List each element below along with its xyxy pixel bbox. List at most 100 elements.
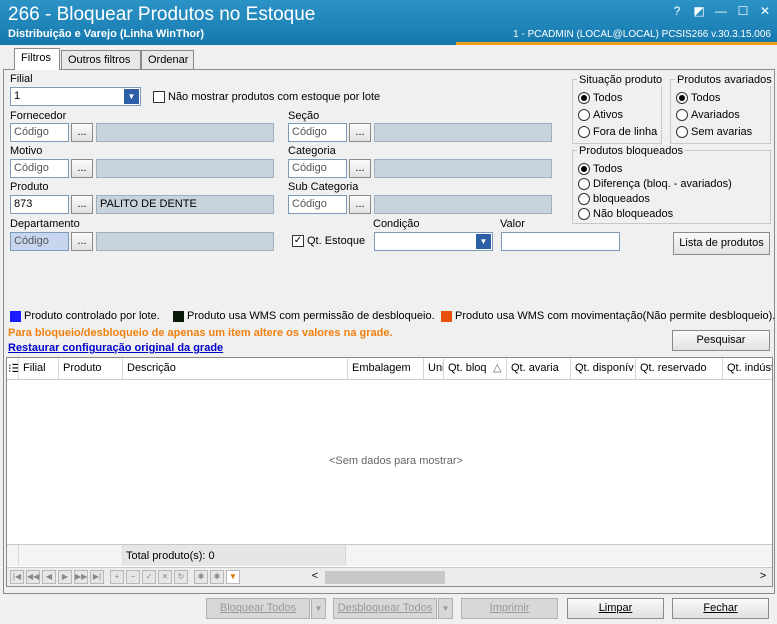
row-indicator-icon[interactable]: ⁝☰	[7, 358, 19, 380]
motivo-code-input[interactable]: Código	[10, 159, 69, 178]
avariados-avariados-radio[interactable]	[676, 109, 688, 121]
situacao-fora-radio[interactable]	[578, 126, 590, 138]
col-qt-reservado[interactable]: Qt. reservado	[636, 358, 723, 380]
bloquear-todos-label: Bloquear Todos	[219, 602, 297, 614]
fornecedor-search-button[interactable]: ...	[71, 123, 93, 142]
bloqueados-nao-radio[interactable]	[578, 208, 590, 220]
col-filial[interactable]: Filial	[19, 358, 59, 380]
imprimir-button[interactable]: Imprimir	[461, 598, 558, 619]
scroll-left-icon[interactable]: <	[309, 570, 321, 584]
bloqueados-todos-radio[interactable]	[578, 163, 590, 175]
horizontal-scroll-thumb[interactable]	[325, 571, 445, 584]
desbloquear-todos-button[interactable]: Desbloquear Todos	[333, 598, 437, 619]
subcategoria-search-button[interactable]: ...	[349, 195, 371, 214]
condicao-select[interactable]: ▼	[374, 232, 493, 251]
nav-last-icon[interactable]: ▶|	[90, 570, 104, 584]
col-produto[interactable]: Produto	[59, 358, 123, 380]
subcategoria-code-input[interactable]: Código	[288, 195, 347, 214]
col-qt-bloq[interactable]: Qt. bloq △	[444, 358, 507, 380]
fornecedor-code-input[interactable]: Código	[10, 123, 69, 142]
motivo-search-button[interactable]: ...	[71, 159, 93, 178]
restore-icon[interactable]: ◩	[690, 3, 708, 19]
imprimir-label: Imprimir	[489, 602, 530, 614]
produto-code-input[interactable]: 873	[10, 195, 69, 214]
bloquear-dropdown-icon[interactable]: ▼	[311, 598, 326, 619]
produto-label: Produto	[10, 181, 49, 193]
legend-wms-unlock-label: Produto usa WMS com permissão de desbloq…	[187, 310, 435, 322]
qt-estoque-checkbox[interactable]: ✓	[292, 235, 304, 247]
results-grid[interactable]: ⁝☰ Filial Produto Descrição Embalagem Un…	[6, 357, 773, 587]
chevron-down-icon[interactable]: ▼	[476, 234, 491, 249]
departamento-search-button[interactable]: ...	[71, 232, 93, 251]
user-info: 1 - PCADMIN (LOCAL@LOCAL) PCSIS266 v.30.…	[513, 29, 771, 40]
produto-search-button[interactable]: ...	[71, 195, 93, 214]
close-icon[interactable]: ✕	[756, 3, 774, 19]
scroll-right-icon[interactable]: >	[757, 570, 769, 584]
col-embalagem[interactable]: Embalagem	[348, 358, 424, 380]
maximize-icon[interactable]: ☐	[734, 3, 752, 19]
categoria-search-button[interactable]: ...	[349, 159, 371, 178]
secao-desc-field	[374, 123, 552, 142]
departamento-code-input[interactable]: Código	[10, 232, 69, 251]
nav-post-icon[interactable]: ✓	[142, 570, 156, 584]
bloqueados-title: Produtos bloqueados	[577, 145, 685, 157]
secao-label: Seção	[288, 110, 320, 122]
col-descricao[interactable]: Descrição	[123, 358, 348, 380]
legend-wms-unlock-swatch	[173, 311, 184, 322]
avariados-todos-radio[interactable]	[676, 92, 688, 104]
situacao-fora-label: Fora de linha	[593, 126, 658, 138]
secao-code-input[interactable]: Código	[288, 123, 347, 142]
nav-goto-bookmark-icon[interactable]: ✱	[210, 570, 224, 584]
nav-bookmark-icon[interactable]: ✱	[194, 570, 208, 584]
nav-prev-icon[interactable]: ◀	[42, 570, 56, 584]
fechar-button[interactable]: Fechar	[672, 598, 769, 619]
nav-next-icon[interactable]: ▶	[58, 570, 72, 584]
filial-select[interactable]: 1 ▼	[10, 87, 141, 106]
legend-wms-move-swatch	[441, 311, 452, 322]
help-icon[interactable]: ?	[668, 3, 686, 19]
desbloquear-dropdown-icon[interactable]: ▼	[438, 598, 453, 619]
legend-wms-move-label: Produto usa WMS com movimentação(Não per…	[455, 310, 776, 322]
pesquisar-button[interactable]: Pesquisar	[672, 330, 770, 351]
avariados-sem-radio[interactable]	[676, 126, 688, 138]
nav-filter-icon[interactable]: ▼	[226, 570, 240, 584]
chevron-down-icon[interactable]: ▼	[124, 89, 139, 104]
nav-cancel-icon[interactable]: ✕	[158, 570, 172, 584]
limpar-button[interactable]: Limpar	[567, 598, 664, 619]
produto-desc-field: PALITO DE DENTE	[96, 195, 274, 214]
situacao-todos-radio[interactable]	[578, 92, 590, 104]
categoria-code-input[interactable]: Código	[288, 159, 347, 178]
motivo-desc-field	[96, 159, 274, 178]
bloqueados-bloqueados-radio[interactable]	[578, 193, 590, 205]
nav-prev-page-icon[interactable]: ◀◀	[26, 570, 40, 584]
nav-first-icon[interactable]: |◀	[10, 570, 24, 584]
categoria-label: Categoria	[288, 145, 336, 157]
tab-filtros[interactable]: Filtros	[14, 48, 60, 70]
bloqueados-bloqueados-label: bloqueados	[593, 193, 650, 205]
col-qt-avaria[interactable]: Qt. avaria	[507, 358, 571, 380]
nav-delete-icon[interactable]: −	[126, 570, 140, 584]
total-products-cell: Total produto(s): 0	[123, 545, 346, 566]
col-qt-industria[interactable]: Qt. indúst	[723, 358, 772, 380]
nav-insert-icon[interactable]: +	[110, 570, 124, 584]
nav-refresh-icon[interactable]: ↻	[174, 570, 188, 584]
situacao-ativos-radio[interactable]	[578, 109, 590, 121]
restore-grid-link[interactable]: Restaurar configuração original da grade	[8, 342, 223, 354]
minimize-icon[interactable]: —	[712, 3, 730, 19]
secao-search-button[interactable]: ...	[349, 123, 371, 142]
valor-input[interactable]	[501, 232, 620, 251]
col-uni[interactable]: Uni	[424, 358, 444, 380]
footer-empty-cell	[19, 545, 123, 566]
avariados-avariados-label: Avariados	[691, 109, 740, 121]
no-lot-checkbox[interactable]	[153, 91, 165, 103]
tab-ordenar[interactable]: Ordenar	[141, 50, 194, 69]
departamento-desc-field	[96, 232, 274, 251]
bloquear-todos-button[interactable]: Bloquear Todos	[206, 598, 310, 619]
col-qt-disponivel[interactable]: Qt. disponív	[571, 358, 636, 380]
nav-next-page-icon[interactable]: ▶▶	[74, 570, 88, 584]
lista-produtos-button[interactable]: Lista de produtos	[673, 232, 770, 255]
window-subtitle: Distribuição e Varejo (Linha WinThor)	[8, 28, 205, 40]
window-title: 266 - Bloquear Produtos no Estoque	[8, 4, 316, 25]
bloqueados-diferenca-radio[interactable]	[578, 178, 590, 190]
tab-outros-filtros[interactable]: Outros filtros	[61, 50, 141, 69]
